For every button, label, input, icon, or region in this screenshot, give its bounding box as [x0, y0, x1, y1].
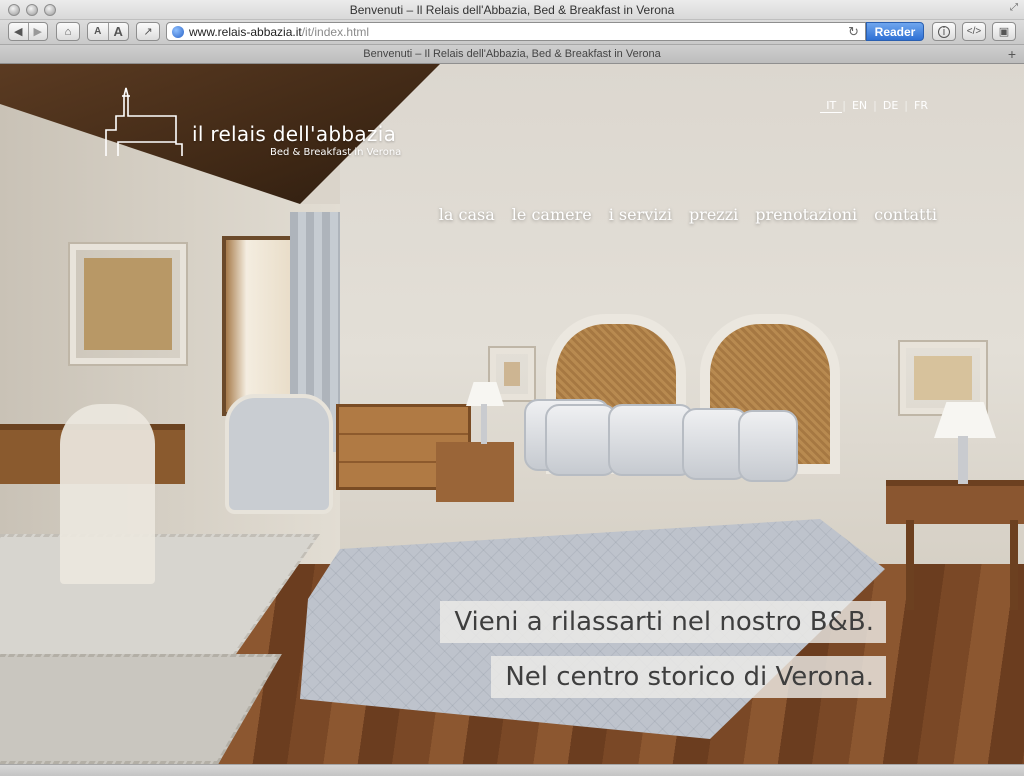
nav-contatti[interactable]: contatti [874, 205, 937, 224]
lang-en[interactable]: EN [846, 99, 873, 113]
title-bar: Benvenuti – Il Relais dell'Abbazia, Bed … [0, 0, 1024, 20]
browser-toolbar: ◀ ▶ ⌂ A A ↗ www.relais-abbazia.it/it/ind… [0, 20, 1024, 44]
url-path: /it/index.html [301, 24, 370, 39]
lang-it[interactable]: IT [820, 99, 843, 113]
nav-i-servizi[interactable]: i servizi [609, 205, 672, 224]
back-forward-group: ◀ ▶ [8, 22, 48, 41]
text-size-group: A A [87, 22, 129, 41]
logo-icon[interactable] [104, 84, 194, 160]
main-nav: la casa le camere i servizi prezzi preno… [439, 205, 937, 224]
globe-icon [172, 26, 184, 38]
fullscreen-icon[interactable]: ⤢ [1010, 2, 1018, 13]
site-logo-text[interactable]: il relais dell'abbazia [192, 122, 396, 146]
reload-icon[interactable]: ↻ [848, 24, 859, 40]
language-switcher: IT | EN | DE | FR [820, 99, 934, 113]
tagline-line-2: Nel centro storico di Verona. [491, 656, 886, 698]
info-icon: i [938, 25, 950, 38]
address-bar[interactable]: www.relais-abbazia.it/it/index.html ↻ [166, 22, 866, 41]
source-button[interactable]: </> [962, 22, 986, 41]
share-icon: ↗ [143, 26, 153, 38]
source-icon: </> [966, 26, 982, 37]
forward-arrow-icon[interactable]: ▶ [29, 25, 48, 38]
text-smaller-button[interactable]: A [88, 26, 108, 37]
lang-fr[interactable]: FR [908, 99, 934, 113]
nav-prezzi[interactable]: prezzi [689, 205, 738, 224]
tagline-line-1: Vieni a rilassarti nel nostro B&B. [440, 601, 886, 643]
nav-la-casa[interactable]: la casa [439, 205, 495, 224]
lang-de[interactable]: DE [877, 99, 904, 113]
screenshot-button[interactable]: ▣ [992, 22, 1016, 41]
home-icon: ⌂ [64, 25, 72, 38]
window-title: Benvenuti – Il Relais dell'Abbazia, Bed … [349, 3, 675, 17]
url-host: www.relais-abbazia.it [189, 24, 302, 39]
screenshot-icon: ▣ [998, 26, 1010, 38]
nav-prenotazioni[interactable]: prenotazioni [755, 205, 857, 224]
site-logo-subtitle: Bed & Breakfast in Verona [270, 147, 402, 158]
reader-button[interactable]: Reader [866, 22, 924, 41]
back-arrow-icon[interactable]: ◀ [9, 25, 28, 38]
share-button[interactable]: ↗ [136, 22, 160, 41]
home-button[interactable]: ⌂ [56, 22, 80, 41]
add-tab-icon[interactable]: + [1008, 46, 1016, 62]
active-tab[interactable]: Benvenuti – Il Relais dell'Abbazia, Bed … [0, 48, 1024, 60]
text-bigger-button[interactable]: A [109, 24, 129, 39]
info-button[interactable]: i [932, 22, 956, 41]
nav-le-camere[interactable]: le camere [512, 205, 592, 224]
tab-bar: Benvenuti – Il Relais dell'Abbazia, Bed … [0, 44, 1024, 64]
status-bar [0, 764, 1024, 776]
